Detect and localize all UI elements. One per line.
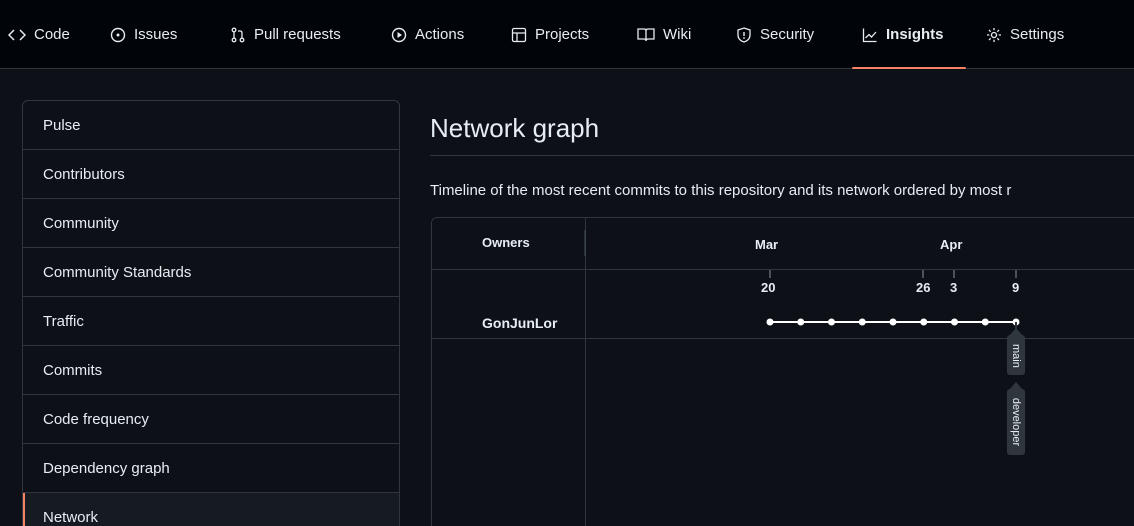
shield-icon — [736, 26, 752, 43]
tab-label: Security — [760, 26, 815, 43]
date-label: 9 — [1012, 280, 1020, 295]
sidebar-item-network[interactable]: Network — [23, 493, 399, 526]
tab-settings[interactable]: Settings — [986, 0, 1064, 69]
graph-canvas — [584, 230, 1025, 455]
tab-label: Wiki — [663, 26, 692, 43]
commit-dot[interactable] — [951, 318, 958, 326]
sidebar-item-label: Network — [43, 508, 99, 526]
sidebar-item-traffic[interactable]: Traffic — [23, 297, 399, 346]
table-icon — [511, 27, 527, 43]
sidebar-item-label: Commits — [43, 361, 103, 379]
date-label: 3 — [950, 280, 958, 295]
sidebar-item-code-frequency[interactable]: Code frequency — [23, 395, 399, 444]
sidebar-item-label: Community Standards — [43, 263, 192, 281]
date-label: 20 — [761, 280, 776, 295]
tab-issues[interactable]: Issues — [110, 0, 177, 69]
tab-label: Settings — [1010, 26, 1065, 43]
graph-icon — [862, 27, 878, 43]
sidebar-item-label: Dependency graph — [43, 459, 170, 477]
sidebar-item-community-standards[interactable]: Community Standards — [23, 248, 399, 297]
sidebar-item-dependency-graph[interactable]: Dependency graph — [23, 444, 399, 493]
sidebar-item-contributors[interactable]: Contributors — [23, 150, 399, 199]
sidebar-item-label: Community — [43, 214, 119, 232]
content: Network graph Timeline of the most recen… — [430, 100, 1134, 199]
code-icon — [8, 28, 26, 42]
commit-dot[interactable] — [858, 318, 866, 326]
commit-dot[interactable] — [889, 318, 897, 326]
commit-dot[interactable] — [981, 318, 989, 326]
insights-sidebar: Pulse Contributors Community Community S… — [22, 100, 400, 526]
commit-dot[interactable] — [766, 318, 774, 326]
sidebar-item-pulse[interactable]: Pulse — [23, 101, 399, 150]
commit-dot[interactable] — [828, 318, 835, 326]
play-icon — [391, 27, 407, 43]
sidebar-item-label: Contributors — [43, 165, 125, 183]
network-graph[interactable]: Owners Mar Apr GonJunLor 20 26 3 9 main … — [431, 217, 1134, 526]
tab-pull-requests[interactable]: Pull requests — [230, 0, 341, 69]
tab-wiki[interactable]: Wiki — [637, 0, 691, 69]
date-label: 26 — [916, 280, 931, 295]
sidebar-item-community[interactable]: Community — [23, 199, 399, 248]
book-icon — [637, 27, 655, 43]
tab-label: Pull requests — [254, 26, 341, 43]
pull-request-icon — [230, 27, 246, 43]
sidebar-item-label: Pulse — [43, 116, 81, 134]
page-description: Timeline of the most recent commits to t… — [430, 182, 1012, 199]
main-area: Pulse Contributors Community Community S… — [0, 69, 1134, 526]
tab-label: Insights — [886, 26, 944, 43]
tab-security[interactable]: Security — [736, 0, 814, 69]
gear-icon — [986, 27, 1002, 43]
tab-label: Issues — [134, 26, 178, 43]
page-title: Network graph — [430, 100, 1134, 156]
commit-dot[interactable] — [920, 318, 928, 326]
issue-icon — [110, 27, 126, 43]
repo-nav: Code Issues Pull requests Actions Projec… — [0, 0, 1134, 69]
sidebar-item-commits[interactable]: Commits — [23, 346, 399, 395]
tab-code[interactable]: Code — [8, 0, 70, 69]
tab-projects[interactable]: Projects — [511, 0, 589, 69]
tab-label: Code — [34, 26, 70, 43]
commit-dot[interactable] — [797, 318, 805, 326]
branch-name-main[interactable]: main — [1009, 344, 1023, 368]
tab-actions[interactable]: Actions — [391, 0, 464, 69]
tab-insights[interactable]: Insights — [862, 0, 944, 69]
sidebar-item-label: Code frequency — [43, 410, 149, 428]
tab-label: Projects — [535, 26, 590, 43]
sidebar-item-label: Traffic — [43, 312, 84, 330]
branch-name-developer[interactable]: developer — [1009, 392, 1023, 452]
tab-label: Actions — [415, 26, 465, 43]
